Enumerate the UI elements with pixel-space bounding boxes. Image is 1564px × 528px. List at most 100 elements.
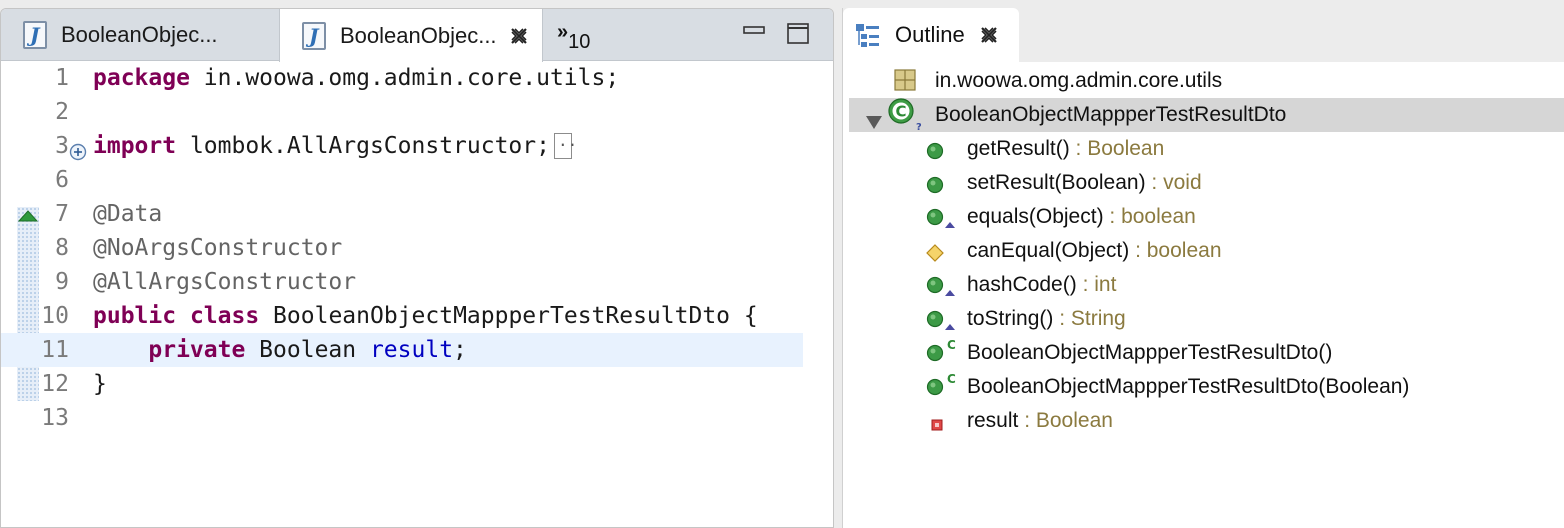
code-token: Boolean [245,337,370,363]
outline-item-label: result : Boolean [967,404,1113,438]
line-number: 2 [55,99,69,125]
code-line[interactable]: 3 import lombok.AllArgsConstructor; [1,124,803,163]
outline-item-label: toString() : String [967,302,1126,336]
outline-icon [856,24,879,47]
outline-item[interactable]: C? BooleanObjectMappperTestResultDto [849,98,1564,133]
outline-tab-label: Outline [895,22,965,47]
code-text: } [93,367,107,401]
editor-tabbar: J BooleanObjec... J BooleanObjec... »10 [1,9,833,62]
outline-item[interactable]: hashCode() : int [849,268,1564,302]
code-editor[interactable]: 1 package in.woowa.omg.admin.core.utils; 2… [1,61,833,527]
svg-text:C: C [947,340,956,352]
code-line[interactable]: 11 private Boolean result; [1,333,803,367]
folded-code-marker[interactable] [553,124,577,159]
code-line[interactable]: 1 package in.woowa.omg.admin.core.utils; [1,61,803,95]
code-line[interactable]: 13 [1,401,803,435]
annotation-token: @Data [93,201,163,227]
outline-item[interactable]: equals(Object) : boolean [849,200,1564,234]
member-type: : boolean [1103,205,1196,228]
outline-item[interactable]: getResult() : Boolean [849,132,1564,166]
member-name: result [967,409,1019,432]
editor-tab-1[interactable]: J BooleanObjec... [1,9,277,61]
tab-overflow-button[interactable]: »10 [557,21,590,53]
line-number: 11 [41,337,69,363]
close-icon[interactable] [979,25,999,45]
line-number: 7 [55,201,69,227]
outline-item-label: canEqual(Object) : boolean [967,234,1222,268]
code-text: import lombok.AllArgsConstructor; [93,124,577,163]
member-name: hashCode() [967,273,1077,296]
code-line[interactable]: 10 public class BooleanObjectMappperTestR… [1,299,803,333]
line-number: 1 [55,65,69,91]
code-text: @Data [93,197,162,231]
field-token: result [369,337,454,363]
member-name: BooleanObjectMappperTestResultDto(Boolea… [967,375,1410,398]
editor-panel: J BooleanObjec... J BooleanObjec... »10 [0,8,834,528]
code-text: package in.woowa.omg.admin.core.utils; [93,61,619,95]
java-file-icon: J [302,21,326,50]
code-line[interactable]: 8 @NoArgsConstructor [1,231,803,265]
member-type: : void [1145,171,1202,194]
member-type: : Boolean [1018,409,1113,432]
overflow-count: 10 [568,31,591,53]
editor-tab-1-label: BooleanObjec... [61,22,218,47]
private-field-icon [929,410,945,444]
member-type: : Boolean [1069,137,1165,160]
code-line[interactable]: 7 @Data [1,197,803,231]
member-name: in.woowa.omg.admin.core.utils [935,69,1223,92]
keyword-token: public [93,303,177,329]
outline-item[interactable]: toString() : String [849,302,1564,336]
line-number: 12 [41,371,69,397]
line-number: 6 [55,167,69,193]
line-number: 10 [41,303,69,329]
member-type: : String [1053,307,1126,330]
expand-fold-icon[interactable] [69,137,87,161]
code-text: public class BooleanObjectMappperTestRes… [93,299,758,333]
outline-item-label: hashCode() : int [967,268,1116,302]
line-number: 3 [55,133,69,159]
outline-item[interactable]: C BooleanObjectMappperTestResultDto() [849,336,1564,370]
minimize-button[interactable] [743,25,765,39]
outline-item-label: BooleanObjectMappperTestResultDto [935,98,1286,132]
code-token: lombok.AllArgsConstructor; [176,133,550,159]
line-number: 9 [55,269,69,295]
outline-item[interactable]: in.woowa.omg.admin.core.utils [849,64,1564,98]
member-name: equals(Object) [967,205,1104,228]
code-text: private Boolean result; [93,333,467,367]
member-name: BooleanObjectMappperTestResultDto [935,103,1287,126]
member-name: toString() [967,307,1054,330]
outline-item[interactable]: result : Boolean [849,404,1564,438]
keyword-token: import [93,133,177,159]
constructor-icon: C [925,372,959,407]
editor-tab-2-label: BooleanObjec... [340,22,497,48]
close-icon[interactable] [509,26,529,46]
tab-outline[interactable]: Outline [843,8,1019,62]
svg-text:C: C [895,103,906,121]
chevron-double-icon: » [557,21,569,43]
member-type: : boolean [1129,239,1222,262]
code-token: } [93,371,107,397]
code-token: ; [453,337,467,363]
code-line[interactable]: 12} [1,367,803,401]
code-text: @AllArgsConstructor [93,265,356,299]
outline-tabbar: Outline [843,8,1564,62]
constructor-icon: C [925,338,959,373]
member-name: getResult() [967,137,1070,160]
maximize-button[interactable] [787,23,809,45]
code-line[interactable]: 9 @AllArgsConstructor [1,265,803,299]
outline-item[interactable]: C BooleanObjectMappperTestResultDto(Boole… [849,370,1564,404]
editor-tab-2[interactable]: J BooleanObjec... [279,9,543,62]
code-token: BooleanObjectMappperTestResultDto { [259,303,758,329]
line-number: 8 [55,235,69,261]
outline-item[interactable]: canEqual(Object) : boolean [849,234,1564,268]
outline-item-label: BooleanObjectMappperTestResultDto() [967,336,1332,370]
code-line[interactable]: 2 [1,95,803,129]
outline-item[interactable]: setResult(Boolean) : void [849,166,1564,200]
annotation-token: @NoArgsConstructor [93,235,343,261]
member-name: setResult(Boolean) [967,171,1146,194]
code-line[interactable]: 6 [1,163,803,197]
svg-text:?: ? [916,122,921,132]
outline-item-label: equals(Object) : boolean [967,200,1196,234]
